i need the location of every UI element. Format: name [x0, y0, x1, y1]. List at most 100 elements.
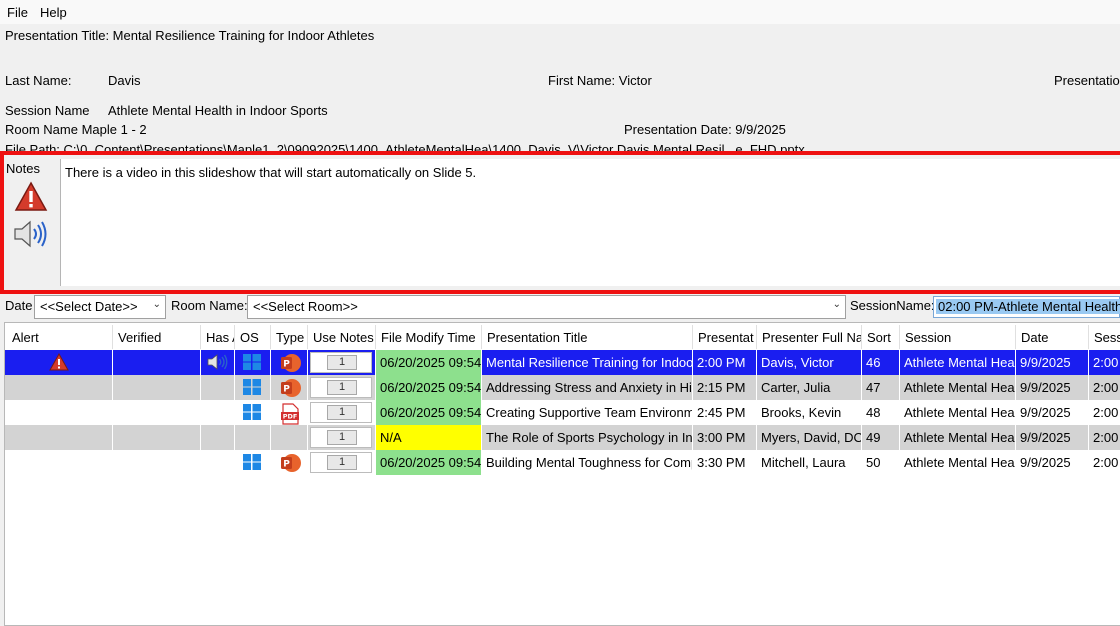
cell-type: P — [271, 375, 308, 400]
notes-panel: Notes There is a video in this slideshow… — [0, 151, 1120, 294]
powerpoint-icon: P — [280, 453, 302, 475]
last-name-value: Davis — [108, 73, 141, 88]
col-header-date[interactable]: Date — [1016, 325, 1089, 349]
cell-date: 9/9/2025 — [1016, 425, 1089, 450]
cell-sort: 47 — [862, 375, 900, 400]
col-header-presenter-full-name[interactable]: Presenter Full Na — [757, 325, 862, 349]
cell-sort: 49 — [862, 425, 900, 450]
cell-file-modify-time: 06/20/2025 09:54 — [376, 350, 482, 375]
cell-file-modify-time: 06/20/2025 09:54 — [376, 400, 482, 425]
use-notes-stepper[interactable]: 1 — [310, 452, 372, 473]
cell-has-audio — [201, 350, 235, 375]
table-row[interactable]: P 1 06/20/2025 09:54 Building Mental Toughn… — [5, 450, 1120, 475]
session-name-filter-label: SessionName: — [850, 298, 935, 313]
cell-os — [235, 450, 271, 475]
cell-os — [235, 375, 271, 400]
powerpoint-icon: P — [280, 378, 302, 400]
windows-icon — [242, 353, 262, 374]
cell-date: 9/9/2025 — [1016, 350, 1089, 375]
col-header-presentation-title[interactable]: Presentation Title — [482, 325, 693, 349]
date-select[interactable]: <<Select Date>> ⌄ — [34, 295, 166, 319]
cell-type: P — [271, 350, 308, 375]
cell-os — [235, 350, 271, 375]
speaker-icon — [14, 220, 47, 248]
last-name-label: Last Name: — [5, 73, 72, 88]
menu-bar: File Help — [0, 0, 1120, 24]
menu-file[interactable]: File — [7, 5, 28, 20]
room-select[interactable]: <<Select Room>> ⌄ — [247, 295, 846, 319]
cell-presentation-time: 2:00 PM — [693, 350, 757, 375]
col-header-has-audio[interactable]: Has A — [201, 325, 235, 349]
cell-alert — [7, 350, 113, 375]
col-header-verified[interactable]: Verified — [113, 325, 201, 349]
cell-session: Athlete Mental Heal — [900, 400, 1016, 425]
cell-has-audio — [201, 375, 235, 400]
cell-date: 9/9/2025 — [1016, 450, 1089, 475]
cell-verified — [113, 350, 201, 375]
cell-file-modify-time: 06/20/2025 09:54 — [376, 450, 482, 475]
table-row[interactable]: P 1 06/20/2025 09:54 Addressing Stress and … — [5, 375, 1120, 400]
cell-date: 9/9/2025 — [1016, 375, 1089, 400]
col-header-use-notes[interactable]: Use Notes — [308, 325, 376, 349]
cell-type: P — [271, 450, 308, 475]
cell-sort: 48 — [862, 400, 900, 425]
table-row[interactable]: 1 N/A The Role of Sports Psychology in Ind… — [5, 425, 1120, 450]
room-name: Room Name Maple 1 - 2 — [5, 122, 147, 137]
session-name-field[interactable]: 02:00 PM-Athlete Mental Health — [933, 296, 1120, 318]
cell-session: Athlete Mental Heal — [900, 450, 1016, 475]
col-header-session[interactable]: Session — [900, 325, 1016, 349]
cell-session: Athlete Mental Heal — [900, 425, 1016, 450]
table-row[interactable]: PDF 1 06/20/2025 09:54 Creating Supportive … — [5, 400, 1120, 425]
cell-alert — [7, 450, 113, 475]
svg-text:PDF: PDF — [283, 413, 298, 421]
presentation-title: Presentation Title: Mental Resilience Tr… — [5, 28, 375, 43]
notes-text[interactable]: There is a video in this slideshow that … — [60, 159, 1120, 286]
cell-session: Athlete Mental Heal — [900, 375, 1016, 400]
svg-text:P: P — [283, 360, 290, 370]
pdf-icon: PDF — [280, 403, 300, 425]
menu-help[interactable]: Help — [40, 5, 67, 20]
cell-has-audio — [201, 425, 235, 450]
cell-presenter-full-name: Davis, Victor — [757, 350, 862, 375]
speaker-icon — [206, 353, 230, 374]
session-name-label: Session Name — [5, 103, 90, 118]
presentation-label: Presentation — [1054, 73, 1120, 88]
col-header-presentation-time[interactable]: Presentat — [693, 325, 757, 349]
cell-verified — [113, 425, 201, 450]
cell-verified — [113, 375, 201, 400]
warning-icon — [49, 352, 69, 374]
chevron-down-icon: ⌄ — [832, 299, 841, 310]
presentation-date: Presentation Date: 9/9/2025 — [624, 122, 786, 137]
col-header-alert[interactable]: Alert — [7, 325, 113, 349]
cell-verified — [113, 450, 201, 475]
windows-icon — [242, 378, 262, 399]
cell-presentation-title: Addressing Stress and Anxiety in Hig — [482, 375, 693, 400]
use-notes-stepper[interactable]: 1 — [310, 377, 372, 398]
cell-sort: 46 — [862, 350, 900, 375]
file-path: File Path: C:\0_Content\Presentations\Ma… — [5, 142, 805, 151]
cell-file-modify-time: 06/20/2025 09:54 — [376, 375, 482, 400]
col-header-file-modify-time[interactable]: File Modify Time — [376, 325, 482, 349]
cell-presenter-full-name: Myers, David, DO — [757, 425, 862, 450]
col-header-os[interactable]: OS — [235, 325, 271, 349]
use-notes-stepper[interactable]: 1 — [310, 427, 372, 448]
cell-use-notes: 1 — [308, 375, 376, 400]
powerpoint-icon: P — [280, 353, 302, 375]
cell-use-notes: 1 — [308, 400, 376, 425]
col-header-session-time[interactable]: Sessi — [1089, 325, 1120, 349]
cell-presentation-time: 3:30 PM — [693, 450, 757, 475]
use-notes-stepper[interactable]: 1 — [310, 402, 372, 423]
col-header-type[interactable]: Type — [271, 325, 308, 349]
table-row[interactable]: P 1 06/20/2025 09:54 Mental Resilience Trai… — [5, 350, 1120, 375]
cell-session-time: 2:00 — [1089, 450, 1120, 475]
room-name-label: Room Name: — [171, 298, 248, 313]
cell-type: PDF — [271, 400, 308, 425]
cell-os — [235, 425, 271, 450]
cell-alert — [7, 425, 113, 450]
cell-presenter-full-name: Carter, Julia — [757, 375, 862, 400]
cell-session-time: 2:00 — [1089, 375, 1120, 400]
use-notes-stepper[interactable]: 1 — [310, 352, 372, 373]
col-header-sort[interactable]: Sort — [862, 325, 900, 349]
cell-use-notes: 1 — [308, 350, 376, 375]
chevron-down-icon: ⌄ — [152, 299, 161, 310]
